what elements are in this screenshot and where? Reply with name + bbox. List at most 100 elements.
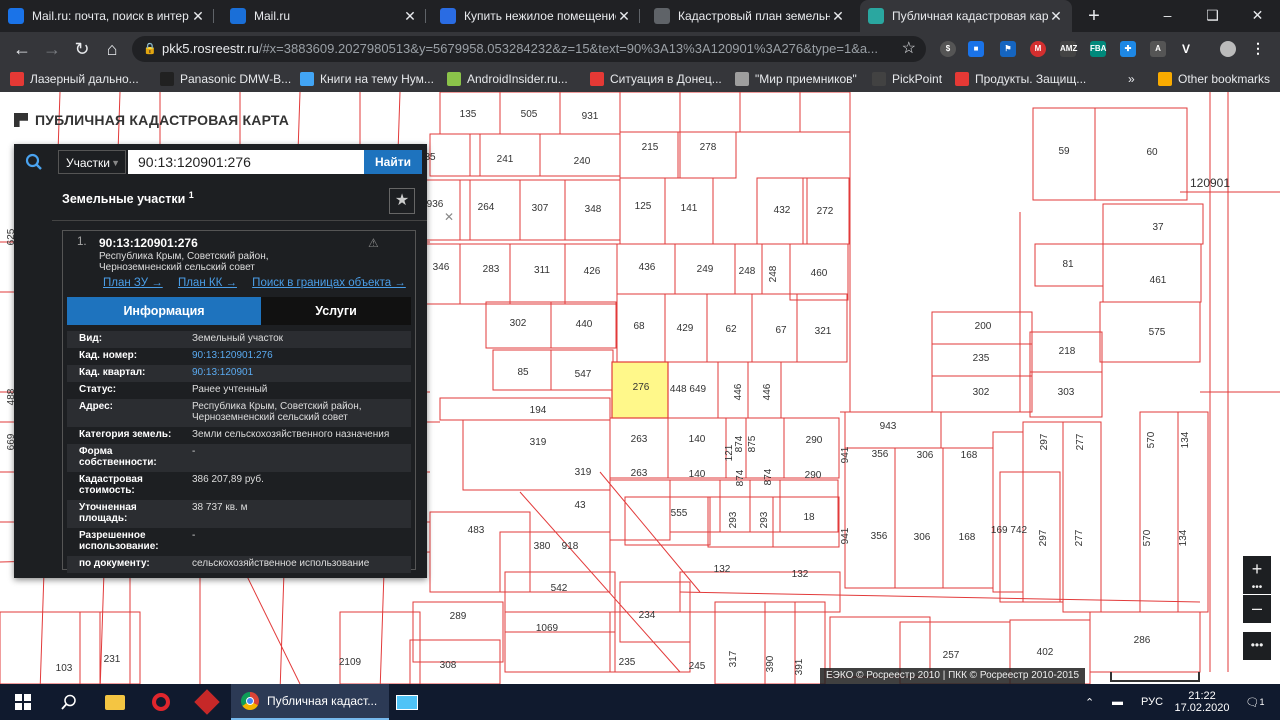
parcel-boundary[interactable] [1102, 243, 1202, 303]
extension-flag-icon[interactable]: ⚑ [1000, 41, 1016, 57]
close-tab-icon[interactable]: ✕ [190, 8, 206, 25]
close-window-button[interactable]: ✕ [1235, 0, 1280, 32]
bookmark-item[interactable]: PickPoint [872, 66, 942, 92]
search-input[interactable] [128, 150, 364, 174]
close-tab-icon[interactable]: ✕ [616, 8, 632, 25]
parcel-boundary[interactable] [779, 479, 839, 533]
property-value[interactable]: 90:13:120901 [192, 367, 407, 378]
windows-start-icon[interactable] [0, 684, 46, 720]
result-cadnum[interactable]: 90:13:120901:276 [99, 236, 198, 250]
opera-icon[interactable] [138, 684, 184, 720]
bookmark-star-icon[interactable]: ☆ [902, 36, 916, 62]
laptop-app-icon[interactable] [389, 684, 425, 720]
bookmark-item[interactable]: Продукты. Защищ... [955, 66, 1086, 92]
file-explorer-icon[interactable] [92, 684, 138, 720]
favorite-star-button[interactable]: ★ [389, 188, 415, 214]
extension-m-icon[interactable]: M [1030, 41, 1046, 57]
parcel-boundary[interactable] [677, 131, 737, 179]
address-bar[interactable]: 🔒 pkk5.rosreestr.ru/#x=3883609.202798051… [132, 36, 926, 62]
forward-icon[interactable]: → [40, 37, 64, 61]
cadastral-map[interactable]: 135 505 931 215 278 59 60 241 240 35 936 264 307 348 1… [0, 92, 1280, 684]
parcel-boundary[interactable] [609, 479, 671, 541]
map-menu-button[interactable]: ••• [1243, 632, 1271, 660]
parcel-boundary[interactable] [992, 431, 1024, 593]
parcel-boundary[interactable] [739, 92, 801, 133]
close-tab-icon[interactable]: ✕ [402, 8, 418, 25]
parcel-boundary[interactable] [942, 447, 994, 589]
parcel-boundary[interactable] [1094, 107, 1188, 201]
browser-tab[interactable]: Публичная кадастровая карта ✕ [860, 0, 1072, 32]
zoom-slider-handle[interactable]: ••• [1243, 583, 1271, 594]
parcel-boundary[interactable] [619, 92, 681, 133]
browser-tab[interactable]: Mail.ru ✕ [222, 0, 426, 32]
parcel-boundary[interactable] [999, 471, 1061, 603]
tab-services[interactable]: Услуги [261, 297, 411, 325]
bookmark-item[interactable]: Лазерный дально... [10, 66, 139, 92]
close-tab-icon[interactable]: ✕ [1048, 8, 1064, 25]
parcel-boundary[interactable] [844, 447, 896, 589]
parcel-boundary[interactable] [619, 131, 681, 179]
extension-dollar-icon[interactable]: $ [940, 41, 956, 57]
parcel-boundary[interactable] [624, 496, 711, 546]
parcel-boundary[interactable] [429, 511, 531, 593]
parcel-boundary[interactable] [679, 92, 741, 133]
search-in-bounds-link[interactable]: Поиск в границах объекта → [252, 277, 406, 289]
close-results-icon[interactable]: ✕ [444, 210, 454, 224]
parcel-boundary[interactable] [799, 92, 851, 133]
poker-app-icon[interactable] [184, 684, 230, 720]
plan-kk-link[interactable]: План КК → [178, 277, 237, 289]
extension-amz-icon[interactable]: AMZ [1060, 41, 1077, 57]
warning-icon[interactable]: ⚠ [368, 236, 379, 250]
bookmark-item[interactable]: Книги на тему Нум... [300, 66, 434, 92]
parcel-boundary[interactable] [339, 611, 421, 684]
profile-avatar[interactable] [1220, 41, 1236, 57]
menu-dots-icon[interactable]: ⋮ [1250, 41, 1266, 57]
extension-blue-icon[interactable]: ■ [968, 41, 984, 57]
bookmarks-overflow-icon[interactable]: » [1128, 66, 1135, 92]
language-indicator[interactable]: РУС [1141, 684, 1163, 720]
network-icon[interactable]: ▬ [1112, 684, 1128, 720]
parcel-boundary[interactable] [669, 479, 721, 533]
browser-tab[interactable]: Купить нежилое помещение ✕ [432, 0, 640, 32]
search-type-select[interactable]: Участки ▼ [58, 150, 126, 174]
tray-chevron-icon[interactable]: ⌃ [1085, 684, 1099, 720]
extension-puzzle-icon[interactable]: ✚ [1120, 41, 1136, 57]
taskbar-chrome-app[interactable]: Публичная кадаст... [231, 684, 389, 720]
bookmark-item[interactable]: "Мир приемников" [735, 66, 857, 92]
maximize-button[interactable]: ❑ [1190, 0, 1235, 32]
parcel-boundary[interactable] [504, 611, 616, 673]
extension-fba-icon[interactable]: FBA [1090, 41, 1106, 57]
parcel-boundary[interactable] [439, 397, 611, 421]
reload-icon[interactable]: ↻ [70, 37, 94, 61]
browser-tab[interactable]: Mail.ru: почта, поиск в интер ✕ [0, 0, 214, 32]
tab-info[interactable]: Информация [67, 297, 261, 325]
close-tab-icon[interactable]: ✕ [830, 8, 846, 25]
property-value[interactable]: 90:13:120901:276 [192, 350, 407, 361]
parcel-boundary[interactable] [783, 417, 840, 479]
parcel-boundary[interactable] [0, 611, 101, 684]
zoom-out-button[interactable]: – [1243, 595, 1271, 623]
clock[interactable]: 21:22 17.02.2020 [1174, 684, 1230, 720]
zoom-in-button[interactable]: + [1243, 556, 1271, 584]
bookmark-item[interactable]: Ситуация в Донец... [590, 66, 722, 92]
parcel-boundary[interactable] [462, 419, 611, 491]
minimize-button[interactable]: – [1145, 0, 1190, 32]
bookmark-item[interactable]: AndroidInsider.ru... [447, 66, 568, 92]
search-taskbar-icon[interactable] [46, 684, 92, 720]
back-icon[interactable]: ← [10, 37, 34, 61]
home-icon[interactable]: ⌂ [100, 37, 124, 61]
search-button[interactable]: Найти [364, 150, 422, 174]
notifications-icon[interactable]: 🗨 1 [1240, 684, 1270, 720]
browser-tab[interactable]: Кадастровый план земельно ✕ [646, 0, 854, 32]
new-tab-button[interactable]: + [1082, 4, 1106, 28]
parcel-boundary[interactable] [429, 133, 481, 177]
search-icon[interactable] [25, 153, 43, 171]
parcel-boundary[interactable] [894, 447, 944, 589]
parcel-boundary[interactable] [714, 601, 766, 684]
parcel-boundary[interactable] [79, 611, 141, 684]
plan-zu-link[interactable]: План ЗУ → [103, 277, 163, 289]
other-bookmarks-folder[interactable]: Other bookmarks [1158, 66, 1270, 92]
extension-v-icon[interactable]: V [1178, 41, 1194, 57]
parcel-boundary[interactable] [539, 133, 621, 177]
extension-translate-icon[interactable]: A [1150, 41, 1166, 57]
